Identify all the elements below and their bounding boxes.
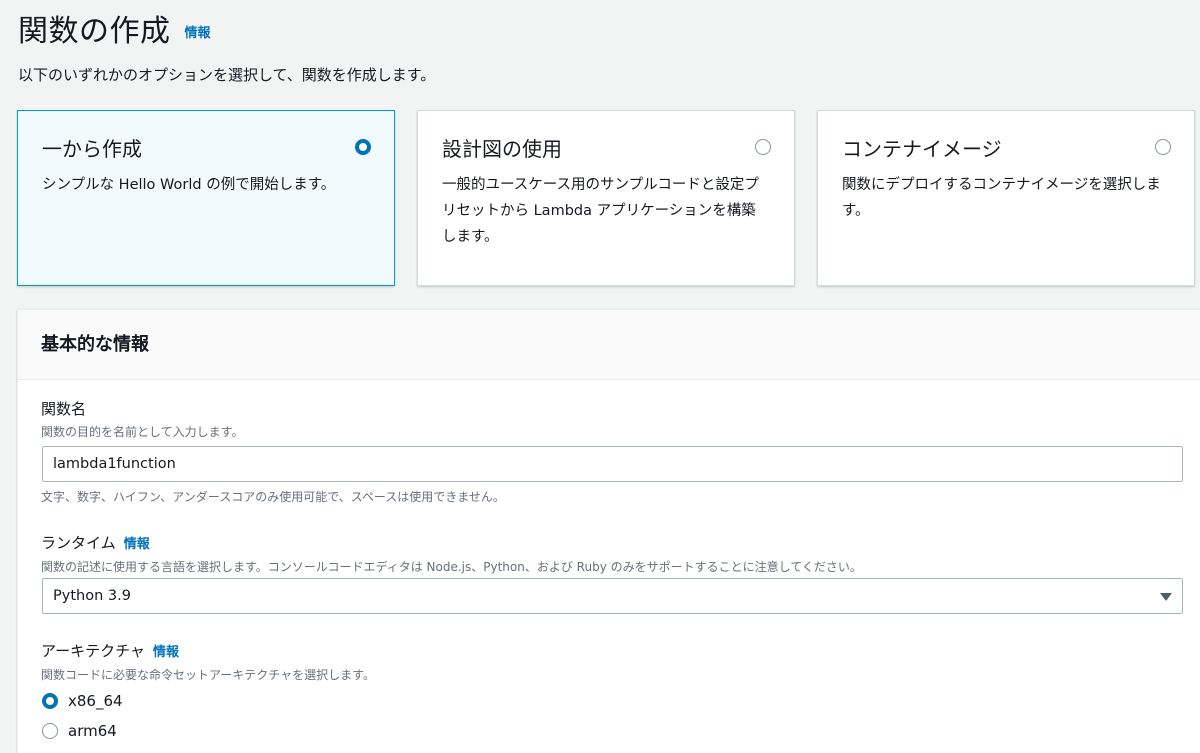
option-radio[interactable]: [1155, 139, 1171, 155]
function-name-label: 関数名: [41, 400, 87, 418]
panel-header: 基本的な情報: [18, 310, 1200, 380]
page-title: 関数の作成: [18, 14, 171, 49]
runtime-select[interactable]: Python 3.9: [42, 578, 1183, 614]
option-card-description: シンプルな Hello World の例で開始します。: [42, 177, 336, 193]
page-title-row: 関数の作成 情報: [18, 6, 211, 50]
radio-button[interactable]: [42, 723, 58, 739]
basic-info-panel: 基本的な情報 関数名 関数の目的を名前として入力します。 文字、数字、ハイフン、…: [17, 309, 1200, 753]
architecture-option-arm64[interactable]: arm64: [42, 722, 117, 740]
runtime-label-row: ランタイム 情報: [41, 532, 150, 553]
architecture-option-x86-64[interactable]: x86_64: [42, 692, 123, 710]
option-radio[interactable]: [755, 139, 771, 155]
option-radio[interactable]: [355, 139, 371, 155]
runtime-selected-value: Python 3.9: [53, 588, 131, 604]
option-card-description: 関数にデプロイするコンテナイメージを選択します。: [842, 177, 1161, 219]
option-card-title: 設計図の使用: [442, 137, 562, 161]
panel-title: 基本的な情報: [41, 334, 149, 355]
runtime-info-link[interactable]: 情報: [124, 537, 150, 552]
function-name-constraint: 文字、数字、ハイフン、アンダースコアのみ使用可能で、スペースは使用できません。: [41, 490, 505, 504]
option-card-author-from-scratch[interactable]: 一から作成 シンプルな Hello World の例で開始します。: [17, 110, 395, 286]
option-card-title: 一から作成: [42, 137, 142, 161]
function-name-description: 関数の目的を名前として入力します。: [41, 425, 244, 439]
radio-label: arm64: [68, 722, 117, 740]
function-name-input[interactable]: [42, 446, 1183, 482]
option-card-use-blueprint[interactable]: 設計図の使用 一般的ユースケース用のサンプルコードと設定プリセットから Lamb…: [417, 110, 795, 286]
radio-label: x86_64: [68, 692, 123, 710]
option-card-description: 一般的ユースケース用のサンプルコードと設定プリセットから Lambda アプリケ…: [442, 177, 759, 245]
architecture-label: アーキテクチャ: [41, 642, 145, 660]
runtime-description: 関数の記述に使用する言語を選択します。コンソールコードエディタは Node.js…: [41, 560, 862, 574]
runtime-label: ランタイム: [41, 534, 116, 552]
architecture-label-row: アーキテクチャ 情報: [41, 640, 179, 661]
caret-down-icon: [1160, 593, 1172, 601]
architecture-info-link[interactable]: 情報: [153, 645, 179, 660]
page-description: 以下のいずれかのオプションを選択して、関数を作成します。: [18, 66, 436, 84]
radio-button[interactable]: [42, 693, 58, 709]
page-info-link[interactable]: 情報: [185, 22, 211, 41]
option-card-title: コンテナイメージ: [842, 137, 1002, 161]
option-card-container-image[interactable]: コンテナイメージ 関数にデプロイするコンテナイメージを選択します。: [817, 110, 1195, 286]
architecture-description: 関数コードに必要な命令セットアーキテクチャを選択します。: [41, 668, 375, 682]
